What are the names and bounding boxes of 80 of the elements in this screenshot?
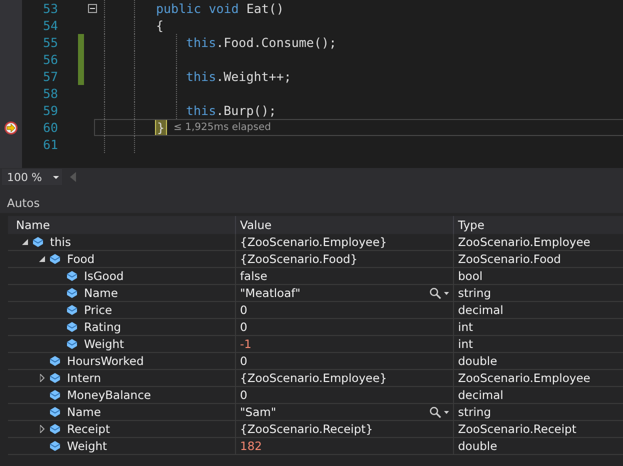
variable-name: IsGood bbox=[84, 269, 124, 283]
variable-type: decimal bbox=[458, 303, 504, 317]
variable-name: Weight bbox=[67, 439, 108, 453]
variable-name: HoursWorked bbox=[67, 354, 144, 368]
variable-type: ZooScenario.Receipt bbox=[458, 422, 576, 436]
panel-title: Autos bbox=[7, 196, 40, 210]
variable-type: ZooScenario.Food bbox=[458, 252, 561, 266]
field-icon bbox=[66, 321, 78, 333]
perf-tip[interactable]: ≤ 1,925ms elapsed bbox=[174, 122, 271, 133]
variable-value: {ZooScenario.Receipt} bbox=[240, 422, 373, 436]
collapse-arrow-icon[interactable] bbox=[39, 256, 45, 262]
field-icon bbox=[49, 423, 61, 435]
variable-value: 0 bbox=[240, 303, 248, 317]
variable-type: bool bbox=[458, 269, 483, 283]
line-number: 53 bbox=[42, 1, 58, 16]
line-number: 61 bbox=[42, 137, 58, 152]
variable-type: string bbox=[458, 286, 492, 300]
search-icon[interactable] bbox=[429, 406, 449, 418]
line-number: 54 bbox=[42, 18, 58, 33]
field-icon bbox=[66, 270, 78, 282]
variable-type: int bbox=[458, 337, 473, 351]
variable-type: string bbox=[458, 405, 492, 419]
code-line: { bbox=[156, 18, 164, 33]
field-icon bbox=[49, 406, 61, 418]
variable-value: "Sam" bbox=[240, 405, 276, 419]
variable-name: this bbox=[50, 235, 71, 249]
variable-name: Name bbox=[67, 405, 101, 419]
collapse-arrow-icon[interactable] bbox=[22, 239, 28, 245]
variable-type: ZooScenario.Employee bbox=[458, 371, 590, 385]
line-number: 58 bbox=[42, 86, 58, 101]
variable-type: decimal bbox=[458, 388, 504, 402]
line-number: 55 bbox=[42, 35, 58, 50]
variable-name: Receipt bbox=[67, 422, 110, 436]
line-number: 60 bbox=[42, 120, 58, 135]
variable-value: 0 bbox=[240, 354, 248, 368]
variable-type: double bbox=[458, 354, 498, 368]
field-icon bbox=[66, 287, 78, 299]
dropdown-caret-icon bbox=[53, 176, 59, 178]
field-icon bbox=[49, 253, 61, 265]
variable-value: false bbox=[240, 269, 268, 283]
code-line: this.Food.Consume(); bbox=[186, 35, 337, 50]
variable-name: Rating bbox=[84, 320, 122, 334]
code-line: this.Burp(); bbox=[186, 103, 276, 118]
variable-name: Intern bbox=[67, 371, 102, 385]
variable-name: Price bbox=[84, 303, 112, 317]
column-header[interactable]: Value bbox=[235, 216, 453, 234]
column-header[interactable]: Type bbox=[453, 216, 623, 234]
zoom-dropdown[interactable]: 100 % bbox=[2, 169, 62, 185]
field-icon bbox=[49, 440, 61, 452]
search-icon[interactable] bbox=[429, 287, 449, 299]
variable-value: {ZooScenario.Employee} bbox=[240, 371, 387, 385]
column-header[interactable]: Name bbox=[8, 216, 235, 234]
line-number: 59 bbox=[42, 103, 58, 118]
variable-name: Name bbox=[84, 286, 118, 300]
variable-value: {ZooScenario.Employee} bbox=[240, 235, 387, 249]
field-icon bbox=[66, 338, 78, 350]
variable-value: -1 bbox=[240, 337, 252, 351]
collapse-icon[interactable] bbox=[88, 4, 96, 13]
line-number: 56 bbox=[42, 52, 58, 67]
variable-value: 0 bbox=[240, 388, 248, 402]
field-icon bbox=[32, 236, 44, 248]
field-icon bbox=[49, 389, 61, 401]
variable-type: double bbox=[458, 439, 498, 453]
field-icon bbox=[66, 304, 78, 316]
code-line: this.Weight++; bbox=[186, 69, 292, 84]
code-line: public void Eat() bbox=[156, 1, 284, 16]
variable-name: Weight bbox=[84, 337, 124, 351]
expand-arrow-icon[interactable] bbox=[40, 425, 44, 433]
variable-value: "Meatloaf" bbox=[240, 286, 300, 300]
line-number: 57 bbox=[42, 69, 58, 84]
variable-name: MoneyBalance bbox=[67, 388, 151, 402]
variable-name: Food bbox=[67, 252, 95, 266]
variable-value: 0 bbox=[240, 320, 248, 334]
field-icon bbox=[49, 372, 61, 384]
variable-value: {ZooScenario.Food} bbox=[240, 252, 358, 266]
variable-type: ZooScenario.Employee bbox=[458, 235, 590, 249]
variable-type: int bbox=[458, 320, 473, 334]
expand-arrow-icon[interactable] bbox=[40, 374, 44, 382]
variable-value: 182 bbox=[240, 439, 262, 453]
field-icon bbox=[49, 355, 61, 367]
